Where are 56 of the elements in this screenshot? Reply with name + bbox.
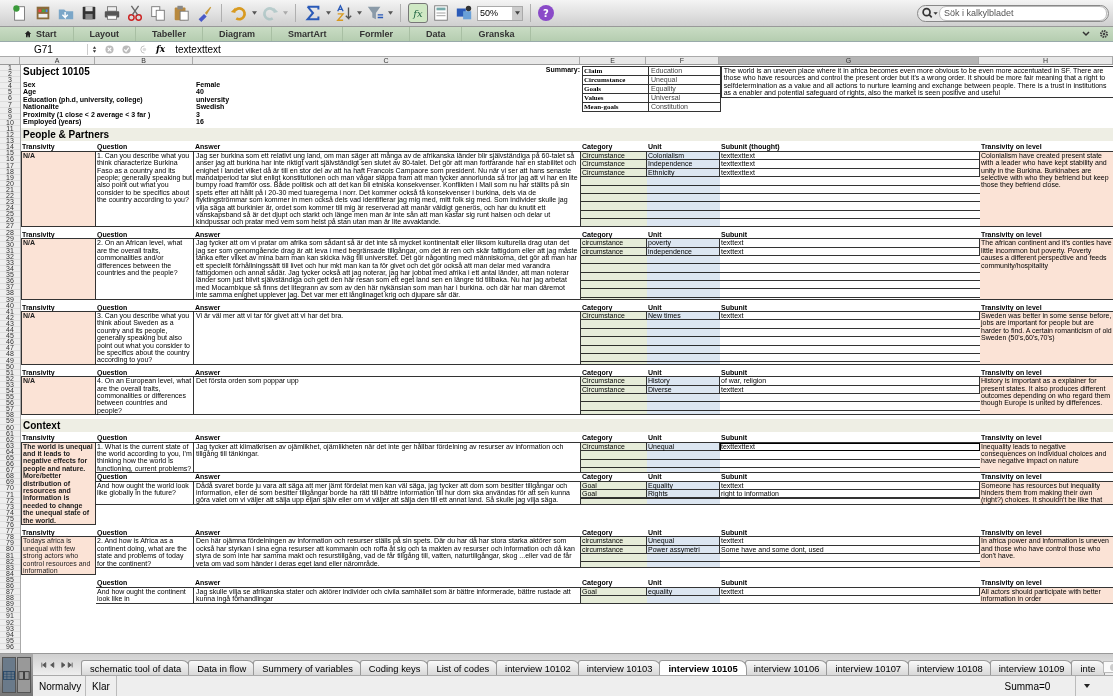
ribbon-tab[interactable]: Diagram [202, 27, 272, 41]
filter-icon[interactable] [366, 4, 384, 22]
sheet-tab[interactable]: interview 10109 [989, 660, 1074, 675]
printer-icon[interactable] [103, 4, 121, 22]
toolbox-icon[interactable] [432, 4, 450, 22]
sheet-tab[interactable]: schematic tool of data [81, 660, 191, 675]
chevron-down-icon[interactable] [1081, 29, 1091, 39]
sheet-tab[interactable]: interview 10103 [577, 660, 662, 675]
scissors-icon[interactable] [126, 4, 144, 22]
ribbon-tab[interactable]: Layout [73, 27, 137, 41]
section-title: People & Partners [22, 131, 110, 139]
cell-name-field[interactable]: G71 [0, 43, 88, 55]
sheet-tab[interactable]: interview 10107 [826, 660, 911, 675]
sheet-tab[interactable]: interview 10105 [659, 660, 747, 675]
caret-icon [514, 11, 520, 15]
formula-builder-button[interactable]: fx [408, 3, 428, 23]
sheet-tab[interactable]: inte [1071, 660, 1105, 675]
sheet-tab[interactable]: List of codes [427, 660, 499, 675]
paste-icon[interactable] [172, 4, 190, 22]
ribbon-tab[interactable]: Tabeller [136, 27, 203, 41]
sheet-tab[interactable]: interview 10102 [496, 660, 580, 675]
caret-icon[interactable] [1083, 684, 1090, 688]
formula-field[interactable]: textexttext [175, 43, 221, 55]
subject-title: Subject 10105 [22, 66, 91, 78]
sum-icon[interactable] [304, 4, 322, 22]
copy-icon[interactable] [149, 4, 167, 22]
settings-icon[interactable] [1099, 29, 1109, 39]
gallery-icon[interactable] [34, 4, 52, 22]
home-icon [24, 30, 32, 38]
status-text: Klar [86, 676, 117, 696]
zoom-field[interactable]: 50% [477, 5, 523, 21]
search-icon[interactable] [921, 7, 939, 19]
ribbon-tab[interactable]: Data [409, 27, 463, 41]
sheet-tab[interactable]: Summery of variables [253, 660, 362, 675]
ribbon-tab[interactable]: Formler [343, 27, 410, 41]
page-layout-button[interactable] [17, 657, 31, 693]
view-label: Normalvy [33, 676, 86, 696]
sort-icon[interactable] [335, 4, 353, 22]
sheet-tab[interactable]: Data in flow [188, 660, 256, 675]
sheet-tab[interactable]: interview 10106 [744, 660, 829, 675]
search-field[interactable]: Sök i kalkylbladet [917, 4, 1109, 22]
sum-field[interactable]: Summa=0 [998, 676, 1076, 696]
ribbon-tab[interactable]: Start [8, 27, 74, 41]
section-title: Context [22, 422, 61, 430]
grid-icon [3, 670, 15, 680]
ribbon-tab[interactable]: SmartArt [271, 27, 344, 41]
sheet-tab[interactable]: interview 10108 [908, 660, 992, 675]
save-icon[interactable] [80, 4, 98, 22]
sheet-navigation-icon[interactable] [39, 661, 75, 669]
media-icon[interactable] [455, 4, 473, 22]
help-button[interactable]: ? [538, 5, 554, 21]
stepper-icon[interactable] [92, 44, 97, 54]
pages-icon [18, 670, 30, 680]
ribbon-tab[interactable]: Granska [462, 27, 532, 41]
fx-label[interactable]: fx [156, 44, 166, 54]
sheet-tab[interactable]: Coding keys [359, 660, 430, 675]
